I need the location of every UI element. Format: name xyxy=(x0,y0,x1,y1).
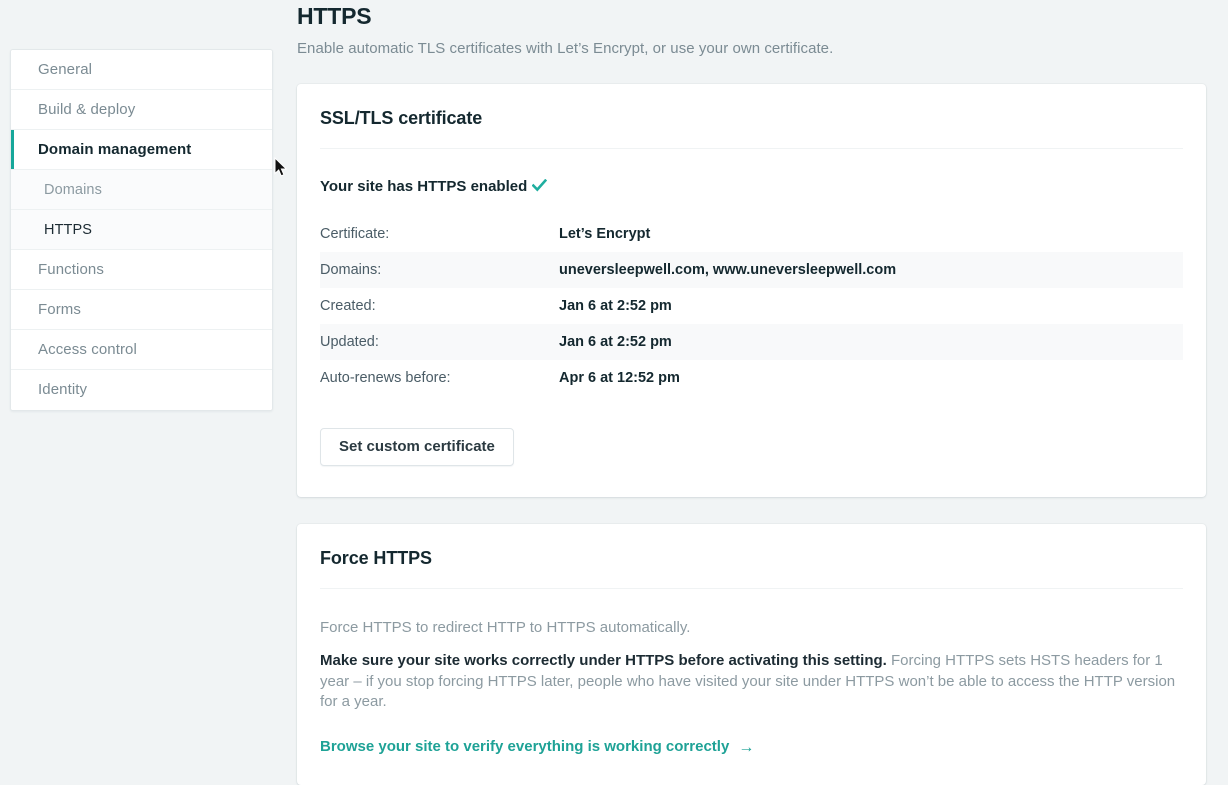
main-column: HTTPS Enable automatic TLS certificates … xyxy=(297,0,1206,785)
certificate-detail-key: Updated: xyxy=(320,324,559,360)
sidebar-item-label: Build & deploy xyxy=(38,101,136,118)
sidebar-item-https[interactable]: HTTPS xyxy=(11,210,272,250)
force-https-warning: Make sure your site works correctly unde… xyxy=(320,638,1183,712)
certificate-detail-key: Domains: xyxy=(320,252,559,288)
sidebar-item-label: Domain management xyxy=(38,141,192,158)
sidebar-item-label: Functions xyxy=(38,261,104,278)
https-status-label: Your site has HTTPS enabled xyxy=(320,178,528,195)
force-https-description: Force HTTPS to redirect HTTP to HTTPS au… xyxy=(320,619,691,636)
force-https-title: Force HTTPS xyxy=(320,548,1183,589)
browse-site-link-label: Browse your site to verify everything is… xyxy=(320,738,730,755)
certificate-detail-value: Jan 6 at 2:52 pm xyxy=(559,324,1183,360)
sidebar-item-label: Access control xyxy=(38,341,137,358)
certificate-details: Certificate: Let’s Encrypt Domains: unevers… xyxy=(297,216,1206,396)
mouse-cursor xyxy=(274,156,290,179)
ssl-tls-certificate-card: SSL/TLS certificate Your site has HTTPS … xyxy=(297,84,1206,497)
ssl-card-title: SSL/TLS certificate xyxy=(320,108,1183,149)
browse-site-link[interactable]: Browse your site to verify everything is… xyxy=(320,738,755,756)
certificate-detail-row: Certificate: Let’s Encrypt xyxy=(320,216,1183,252)
sidebar-item-build-deploy[interactable]: Build & deploy xyxy=(11,90,272,130)
set-custom-certificate-button[interactable]: Set custom certificate xyxy=(320,428,514,466)
sidebar-item-domain-management[interactable]: Domain management xyxy=(11,130,272,170)
sidebar-item-label: General xyxy=(38,61,93,78)
certificate-detail-key: Certificate: xyxy=(320,226,390,242)
arrow-right-icon: → xyxy=(738,739,755,756)
certificate-detail-row: Updated: Jan 6 at 2:52 pm xyxy=(320,324,1183,360)
settings-page: General Build & deploy Domain management Do… xyxy=(0,0,1228,785)
sidebar-item-domains[interactable]: Domains xyxy=(11,170,272,210)
sidebar-item-access-control[interactable]: Access control xyxy=(11,330,272,370)
certificate-detail-value: Jan 6 at 2:52 pm xyxy=(559,298,672,314)
certificate-detail-row: Domains: uneversleepwell.com, www.unevers… xyxy=(320,252,1183,288)
check-icon xyxy=(531,178,548,196)
sidebar-item-functions[interactable]: Functions xyxy=(11,250,272,290)
page-title: HTTPS xyxy=(297,3,372,29)
sidebar-item-label: Forms xyxy=(38,301,81,318)
page-subtitle: Enable automatic TLS certificates with L… xyxy=(297,40,834,57)
sidebar-item-forms[interactable]: Forms xyxy=(11,290,272,330)
browse-site-link-row: Browse your site to verify everything is… xyxy=(320,712,1183,785)
force-https-card: Force HTTPS Force HTTPS to redirect HTTP… xyxy=(297,524,1206,785)
certificate-detail-row: Auto-renews before: Apr 6 at 12:52 pm xyxy=(320,360,1183,396)
sidebar-item-label: Domains xyxy=(44,182,102,198)
sidebar-item-identity[interactable]: Identity xyxy=(11,370,272,410)
certificate-detail-value: uneversleepwell.com, www.uneversleepwell… xyxy=(559,252,1183,288)
sidebar-item-general[interactable]: General xyxy=(11,50,272,90)
sidebar-item-label: Identity xyxy=(38,381,88,398)
sidebar-item-label: HTTPS xyxy=(44,222,93,238)
https-status: Your site has HTTPS enabled xyxy=(320,149,1183,216)
certificate-detail-key: Auto-renews before: xyxy=(320,370,451,386)
settings-sidebar: General Build & deploy Domain management Do… xyxy=(10,49,273,411)
certificate-detail-row: Created: Jan 6 at 2:52 pm xyxy=(320,288,1183,324)
certificate-detail-value: Let’s Encrypt xyxy=(559,226,651,242)
certificate-detail-table: Certificate: Let’s Encrypt Domains: unevers… xyxy=(320,216,1183,396)
certificate-detail-value: Apr 6 at 12:52 pm xyxy=(559,370,680,386)
force-https-warning-bold: Make sure your site works correctly unde… xyxy=(320,652,887,670)
certificate-detail-key: Created: xyxy=(320,298,376,314)
